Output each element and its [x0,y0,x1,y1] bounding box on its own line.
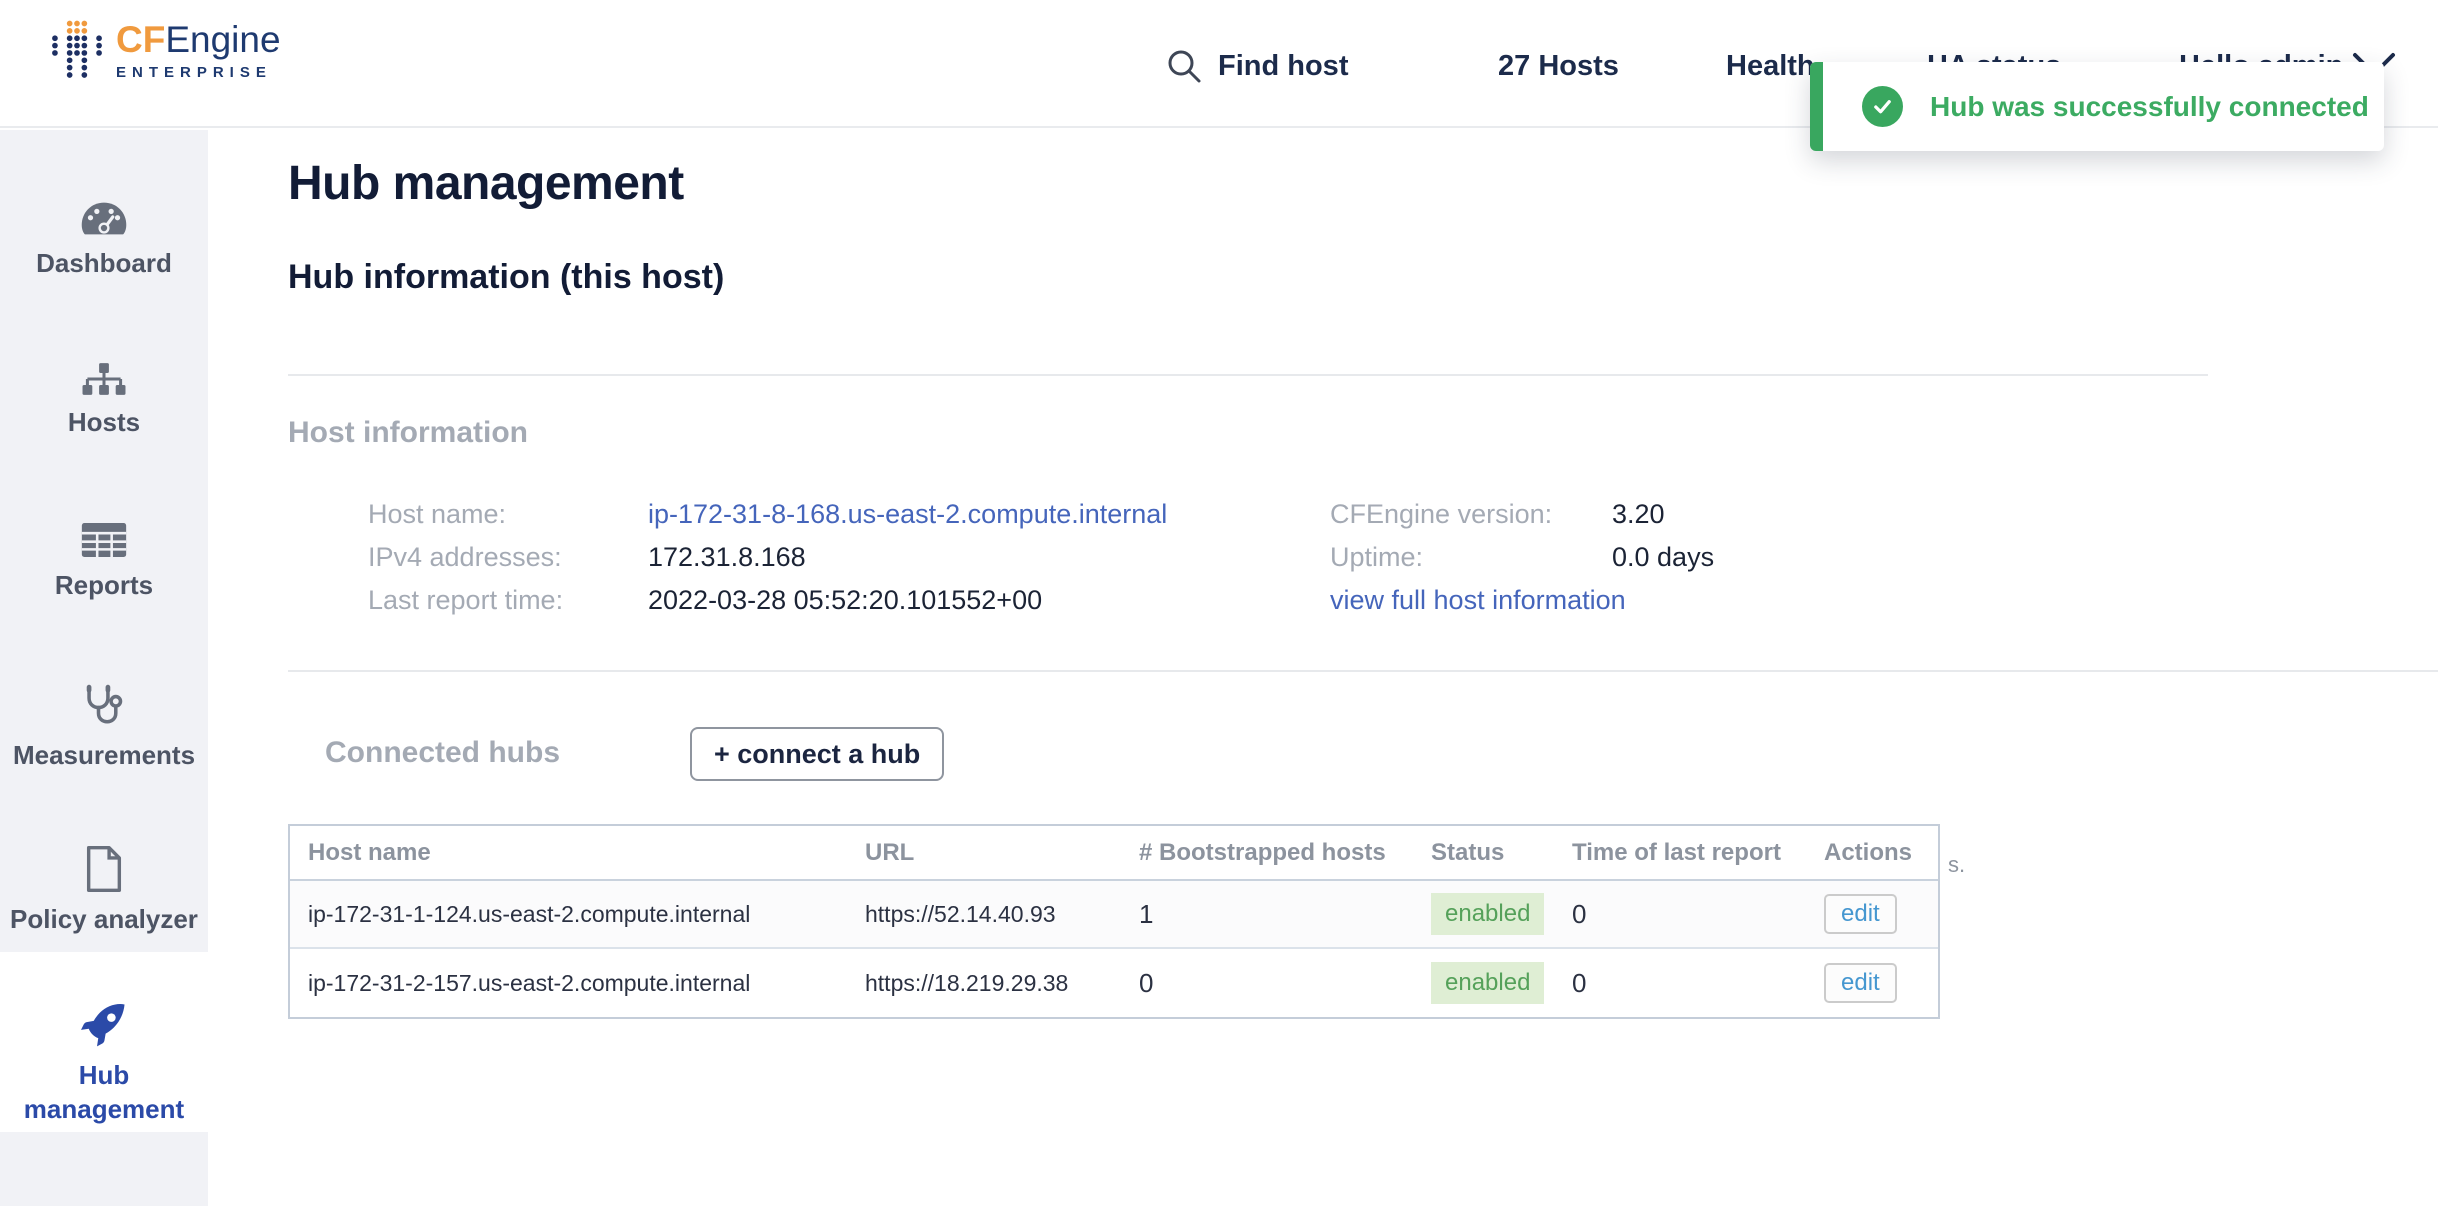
sidebar-item-reports[interactable]: Reports [0,522,208,602]
host-name-label: Host name: [368,492,506,536]
success-toast: Hub was successfully connected [1810,62,2384,151]
row-last-report: 0 [1554,968,1806,999]
table-row: ip-172-31-2-157.us-east-2.compute.intern… [290,949,1938,1017]
host-information-heading: Host information [288,416,528,450]
nav-hosts-count[interactable]: 27 Hosts [1498,44,1619,88]
sidebar-item-label: Dashboard [0,246,208,280]
status-badge: enabled [1431,893,1544,935]
ipv4-label: IPv4 addresses: [368,535,562,579]
ipv4-value: 172.31.8.168 [648,535,806,579]
cfengine-version-value: 3.20 [1612,492,1665,536]
sidebar-item-measurements[interactable]: Measurements [0,684,208,772]
logo-engine: Engine [165,19,280,60]
row-status: enabled [1413,893,1554,935]
status-badge: enabled [1431,962,1544,1004]
logo-enterprise: ENTERPRISE [116,64,281,81]
connected-hubs-heading: Connected hubs [325,736,560,770]
column-header-host-name: Host name [290,839,847,867]
sidebar-item-dashboard[interactable]: Dashboard [0,201,208,280]
row-actions: edit [1806,963,1938,1003]
hub-management-page: CFEngine ENTERPRISE Find host 27 Hosts H… [0,0,2438,1206]
column-header-url: URL [847,839,1121,867]
edit-button[interactable]: edit [1824,963,1897,1003]
row-url: https://52.14.40.93 [847,901,1121,928]
last-report-label: Last report time: [368,578,563,622]
sidebar-item-label: Hosts [0,405,208,439]
sidebar-item-hosts[interactable]: Hosts [0,363,208,439]
row-url: https://18.219.29.38 [847,970,1121,997]
stethoscope-icon [82,684,126,728]
view-full-host-information-link[interactable]: view full host information [1330,578,1626,622]
host-name-link[interactable]: ip-172-31-8-168.us-east-2.compute.intern… [648,492,1167,536]
cfengine-logo[interactable]: CFEngine ENTERPRISE [52,20,281,81]
last-report-value: 2022-03-28 05:52:20.101552+00 [648,578,1042,622]
connected-hubs-table: Host name URL # Bootstrapped hosts Statu… [288,824,1940,1019]
main-content: Hub management Hub information (this hos… [208,130,2438,1206]
row-status: enabled [1413,962,1554,1004]
cfengine-version-label: CFEngine version: [1330,492,1552,536]
find-host-search[interactable]: Find host [1218,44,1348,88]
column-header-actions: Actions [1806,839,1938,867]
sitemap-icon [81,363,127,395]
column-header-bootstrapped: # Bootstrapped hosts [1121,839,1413,867]
row-actions: edit [1806,894,1938,934]
sidebar-item-label: Reports [0,568,208,602]
logo-text: CFEngine ENTERPRISE [116,20,281,81]
toast-accent-bar [1810,62,1823,151]
gauge-icon [80,201,128,236]
row-host-name: ip-172-31-1-124.us-east-2.compute.intern… [290,901,847,928]
uptime-label: Uptime: [1330,535,1423,579]
row-last-report: 0 [1554,899,1806,930]
table-icon [81,522,127,558]
nav-health[interactable]: Health [1726,44,1815,88]
sidebar-item-hub-management[interactable]: Hub management [0,1002,208,1126]
success-check-icon [1862,86,1903,127]
document-icon [85,846,123,892]
column-header-status: Status [1413,839,1554,867]
connect-a-hub-button[interactable]: + connect a hub [690,727,944,781]
sidebar-item-label: Measurements [0,738,208,772]
row-host-name: ip-172-31-2-157.us-east-2.compute.intern… [290,970,847,997]
edit-button[interactable]: edit [1824,894,1897,934]
uptime-value: 0.0 days [1612,535,1714,579]
sidebar: Dashboard Hosts Reports [0,130,208,1206]
page-title: Hub management [288,156,684,211]
logo-mark-icon [52,20,102,80]
table-row: ip-172-31-1-124.us-east-2.compute.intern… [290,881,1938,949]
clipped-text-fragment: s. [1948,852,1965,878]
search-icon[interactable] [1166,48,1202,84]
logo-cf: CF [116,19,165,60]
divider [288,670,2438,672]
sidebar-item-policy-analyzer[interactable]: Policy analyzer [0,846,208,936]
rocket-icon [81,1002,127,1048]
page-subtitle: Hub information (this host) [288,258,724,297]
toast-message: Hub was successfully connected [1930,62,2369,151]
row-bootstrapped-count: 0 [1121,968,1413,999]
table-header-row: Host name URL # Bootstrapped hosts Statu… [290,826,1938,881]
sidebar-item-label: Hub management [0,1058,208,1126]
sidebar-item-label: Policy analyzer [0,902,208,936]
row-bootstrapped-count: 1 [1121,899,1413,930]
divider [288,374,2208,376]
column-header-time-of-last-report: Time of last report [1554,839,1806,867]
